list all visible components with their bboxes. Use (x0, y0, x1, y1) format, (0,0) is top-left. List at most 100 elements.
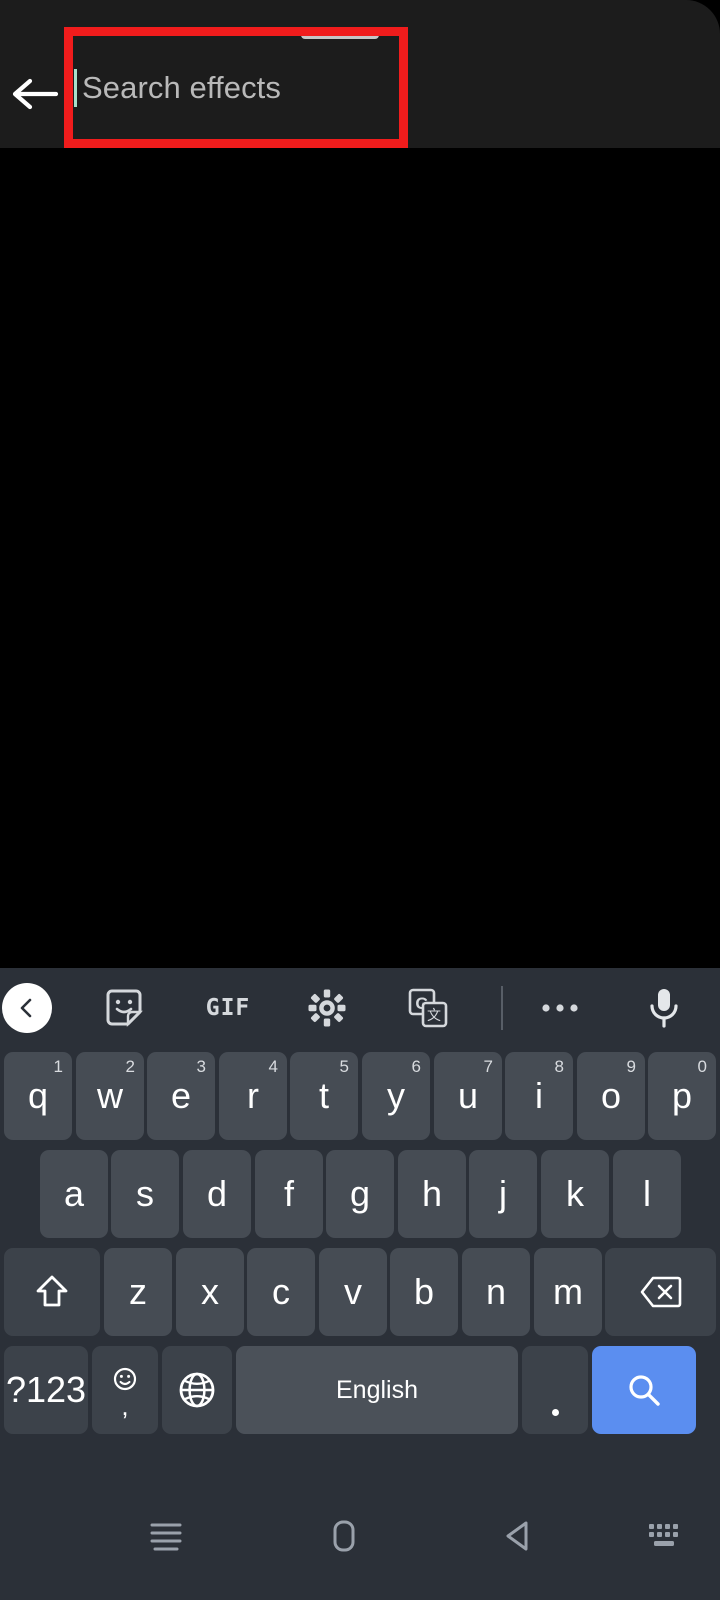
key-label: z (129, 1271, 147, 1312)
key-label: p (671, 1075, 693, 1116)
key-label: c (272, 1271, 290, 1312)
key-superscript: 9 (626, 1057, 636, 1076)
comma-label: , (121, 1390, 129, 1421)
key-k[interactable]: k (541, 1150, 609, 1238)
toolbar-divider (501, 986, 503, 1030)
key-label: t (318, 1075, 329, 1116)
effects-results-area (0, 148, 720, 968)
key-label: l (643, 1173, 651, 1214)
keyboard-toolbar: GIF G 文 (0, 968, 720, 1048)
translate-icon[interactable]: G 文 (405, 985, 451, 1031)
key-superscript: 5 (339, 1057, 349, 1076)
sticker-icon[interactable] (100, 984, 148, 1032)
shift-up-arrow-icon (33, 1272, 71, 1312)
key-label: h (421, 1173, 443, 1214)
microphone-icon[interactable] (643, 984, 685, 1032)
key-label: s (136, 1173, 154, 1214)
gboard-keyboard: GIF G 文 q 1 w 2 e 3 r 4 t 5 y 6 u 7 i 8 … (0, 968, 720, 1472)
key-i[interactable]: i8 (505, 1052, 573, 1140)
key-t[interactable]: t5 (290, 1052, 358, 1140)
back-triangle-icon[interactable] (492, 1510, 544, 1562)
key-label: i (535, 1075, 543, 1116)
arrow-left-icon[interactable] (8, 72, 60, 116)
svg-text:文: 文 (427, 1008, 441, 1024)
search-icon (624, 1370, 664, 1410)
android-navigation-bar (0, 1472, 720, 1600)
key-label: r (247, 1075, 259, 1116)
keyboard-row-qwerty: q1w2e3r4t5y6u7i8o9p0 (0, 1048, 720, 1146)
key-e[interactable]: e3 (147, 1052, 215, 1140)
key-label: n (485, 1271, 507, 1312)
key-label: English (336, 1375, 418, 1404)
key-y[interactable]: y6 (362, 1052, 430, 1140)
search-enter-key[interactable] (592, 1346, 696, 1434)
key-label: e (170, 1075, 192, 1116)
search-app-bar: Search effects (0, 0, 720, 148)
space-key[interactable]: English (236, 1346, 518, 1434)
home-square-icon[interactable] (318, 1510, 370, 1562)
ellipsis-icon[interactable] (538, 993, 582, 1023)
key-superscript: 3 (196, 1057, 206, 1076)
key-label: o (600, 1075, 622, 1116)
backspace-key[interactable] (605, 1248, 716, 1336)
key-superscript: 2 (125, 1057, 135, 1076)
search-input-placeholder: Search effects (82, 70, 281, 105)
key-r[interactable]: r4 (219, 1052, 287, 1140)
key-u[interactable]: u7 (434, 1052, 502, 1140)
key-f[interactable]: f (255, 1150, 323, 1238)
chevron-left-icon[interactable] (2, 983, 52, 1033)
key-g[interactable]: g (326, 1150, 394, 1238)
key-label: u (457, 1075, 479, 1116)
emoji-key[interactable]: , (92, 1346, 158, 1434)
key-d[interactable]: d (183, 1150, 251, 1238)
language-switch-key[interactable] (162, 1346, 232, 1434)
key-superscript: 8 (554, 1057, 564, 1076)
key-x[interactable]: x (176, 1248, 244, 1336)
key-label: w (97, 1075, 123, 1116)
text-caret (74, 69, 77, 107)
key-j[interactable]: j (469, 1150, 537, 1238)
key-s[interactable]: s (111, 1150, 179, 1238)
key-c[interactable]: c (247, 1248, 315, 1336)
key-superscript: 7 (483, 1057, 493, 1076)
key-superscript: 1 (53, 1057, 63, 1076)
shift-key[interactable] (4, 1248, 100, 1336)
key-label: j (499, 1173, 507, 1214)
period-key[interactable] (522, 1346, 588, 1434)
key-label: ?123 (5, 1369, 87, 1410)
key-superscript: 0 (697, 1057, 707, 1076)
keyboard-dismiss-icon[interactable] (640, 1512, 688, 1560)
key-q[interactable]: q1 (4, 1052, 72, 1140)
key-m[interactable]: m (534, 1248, 602, 1336)
keyboard-row-zxcv: zxc vbn m (0, 1244, 720, 1342)
period-dot (551, 1409, 559, 1416)
key-v[interactable]: v (319, 1248, 387, 1336)
key-label: a (63, 1173, 85, 1214)
key-label: y (387, 1075, 405, 1116)
gif-icon[interactable]: GIF (202, 988, 254, 1028)
key-label: m (553, 1271, 583, 1312)
key-p[interactable]: p0 (648, 1052, 716, 1140)
key-label: v (344, 1271, 362, 1312)
key-label: k (566, 1173, 584, 1214)
key-w[interactable]: w2 (76, 1052, 144, 1140)
key-a[interactable]: a (40, 1150, 108, 1238)
key-label: g (349, 1173, 371, 1214)
recents-menu-icon[interactable] (140, 1510, 192, 1562)
key-z[interactable]: z (104, 1248, 172, 1336)
gear-icon[interactable] (305, 986, 349, 1030)
key-h[interactable]: h (398, 1150, 466, 1238)
key-n[interactable]: n (462, 1248, 530, 1336)
key-label: q (27, 1075, 49, 1116)
key-label: d (206, 1173, 228, 1214)
phone-screen: Search effects GIF G 文 q 1 w 2 e 3 r 4 t… (0, 0, 720, 1600)
keyboard-row-asdf: a s dfg h j k l (0, 1146, 720, 1244)
emoji-smiley-icon (112, 1366, 138, 1392)
keyboard-row-bottom: ?123, English (0, 1342, 720, 1440)
key-superscript: 6 (411, 1057, 421, 1076)
key-o[interactable]: o9 (577, 1052, 645, 1140)
symbols-key[interactable]: ?123 (4, 1346, 88, 1434)
key-l[interactable]: l (613, 1150, 681, 1238)
search-input[interactable]: Search effects (74, 38, 398, 138)
key-b[interactable]: b (390, 1248, 458, 1336)
